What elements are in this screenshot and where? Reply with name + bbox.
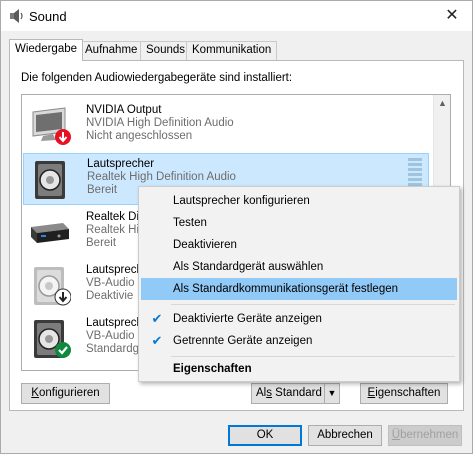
menu-item-label: Eigenschaften xyxy=(173,363,252,375)
device-text: NVIDIA Output NVIDIA High Definition Aud… xyxy=(86,104,234,143)
tab-label: Aufnahme xyxy=(85,44,138,56)
menu-item-properties[interactable]: Eigenschaften xyxy=(141,358,457,380)
scroll-up-arrow-icon[interactable]: ▲ xyxy=(434,95,450,112)
menu-item-label: Als Standardgerät auswählen xyxy=(173,261,324,273)
button-label: igenschaften xyxy=(375,387,441,399)
monitor-icon xyxy=(32,107,71,145)
title-bar: Sound ✕ xyxy=(1,1,472,31)
menu-item-label: Deaktivierte Geräte anzeigen xyxy=(173,313,322,325)
device-text: Lautsprech VB-Audio Deaktivie xyxy=(86,264,143,303)
menu-item-label: Testen xyxy=(173,217,207,229)
device-name: NVIDIA Output xyxy=(86,104,162,116)
close-icon: ✕ xyxy=(445,7,459,24)
device-name: Lautsprech xyxy=(86,317,143,329)
device-status: Nicht angeschlossen xyxy=(86,130,193,142)
device-status: Standardg xyxy=(86,343,140,355)
tab-label: Wiedergabe xyxy=(15,43,78,55)
chevron-down-icon: ▼ xyxy=(327,388,337,398)
panel-description: Die folgenden Audiowiedergabegeräte sind… xyxy=(21,72,293,84)
tab-wiedergabe[interactable]: Wiedergabe xyxy=(9,39,84,61)
device-driver: VB-Audio xyxy=(86,277,135,289)
green-check-badge xyxy=(55,342,71,358)
device-status: Deaktivie xyxy=(86,290,134,302)
menu-item-show-disconnected-devices[interactable]: ✔ Getrennte Geräte anzeigen xyxy=(141,330,457,352)
menu-item-show-disabled-devices[interactable]: ✔ Deaktivierte Geräte anzeigen xyxy=(141,308,457,330)
button-label: Standard xyxy=(271,387,322,399)
menu-separator xyxy=(171,356,455,357)
tab-sounds[interactable]: Sounds xyxy=(140,41,192,60)
window-title: Sound xyxy=(29,9,67,24)
speaker-icon xyxy=(34,320,71,358)
set-default-button[interactable]: Als Standard xyxy=(251,383,325,404)
red-down-arrow-badge xyxy=(55,129,71,145)
menu-item-label: Lautsprecher konfigurieren xyxy=(173,195,310,207)
tab-aufnahme[interactable]: Aufnahme xyxy=(79,41,144,60)
button-label: Al xyxy=(256,387,267,399)
device-driver: Realtek Hi xyxy=(86,224,140,236)
device-context-menu: Lautsprecher konfigurieren Testen Deakti… xyxy=(138,186,460,382)
button-label: bernehmen xyxy=(400,429,459,441)
close-button[interactable]: ✕ xyxy=(442,6,462,26)
device-item-nvidia-output[interactable]: NVIDIA Output NVIDIA High Definition Aud… xyxy=(23,100,429,152)
device-driver: Realtek High Definition Audio xyxy=(87,171,236,183)
menu-item-disable[interactable]: Deaktivieren xyxy=(141,234,457,256)
black-down-arrow-badge xyxy=(54,288,71,306)
checkmark-icon: ✔ xyxy=(151,311,163,326)
speaker-icon xyxy=(34,267,71,306)
set-default-dropdown-arrow[interactable]: ▼ xyxy=(324,383,340,404)
menu-item-label: Als Standardkommunikationsgerät festlege… xyxy=(173,283,399,295)
device-status: Bereit xyxy=(86,237,117,249)
menu-item-test[interactable]: Testen xyxy=(141,212,457,234)
menu-item-configure-speakers[interactable]: Lautsprecher konfigurieren xyxy=(141,190,457,212)
apply-button[interactable]: Übernehmen xyxy=(388,425,462,446)
tab-label: Kommunikation xyxy=(192,44,272,56)
properties-button[interactable]: Eigenschaften xyxy=(360,383,448,404)
menu-item-set-default-communication[interactable]: Als Standardkommunikationsgerät festlege… xyxy=(141,278,457,300)
device-name: Realtek Di xyxy=(86,211,140,223)
ok-button[interactable]: OK xyxy=(228,425,302,446)
device-driver: VB-Audio xyxy=(86,330,135,342)
digital-output-icon xyxy=(31,223,69,243)
button-label: OK xyxy=(256,429,274,441)
device-text: Realtek Di Realtek Hi Bereit xyxy=(86,211,139,250)
menu-separator xyxy=(171,304,455,305)
device-text: Lautsprech VB-Audio Standardg xyxy=(86,317,143,356)
accel-key: Ü xyxy=(391,429,401,441)
cancel-button[interactable]: Abbrechen xyxy=(308,425,382,446)
tab-kommunikation[interactable]: Kommunikation xyxy=(186,41,278,60)
device-name: Lautsprech xyxy=(86,264,143,276)
menu-item-set-default-device[interactable]: Als Standardgerät auswählen xyxy=(141,256,457,278)
checkmark-icon: ✔ xyxy=(151,333,163,348)
device-name: Lautsprecher xyxy=(87,158,155,170)
tab-label: Sounds xyxy=(146,44,186,56)
speaker-icon xyxy=(35,161,65,199)
device-driver: NVIDIA High Definition Audio xyxy=(86,117,234,129)
menu-item-label: Deaktivieren xyxy=(173,239,237,251)
accel-key: K xyxy=(31,387,39,399)
menu-item-label: Getrennte Geräte anzeigen xyxy=(173,335,313,347)
speaker-app-icon xyxy=(10,9,23,23)
configure-button[interactable]: Konfigurieren xyxy=(21,383,110,404)
button-label: onfigurieren xyxy=(38,387,100,399)
button-label: Abbrechen xyxy=(317,429,373,441)
